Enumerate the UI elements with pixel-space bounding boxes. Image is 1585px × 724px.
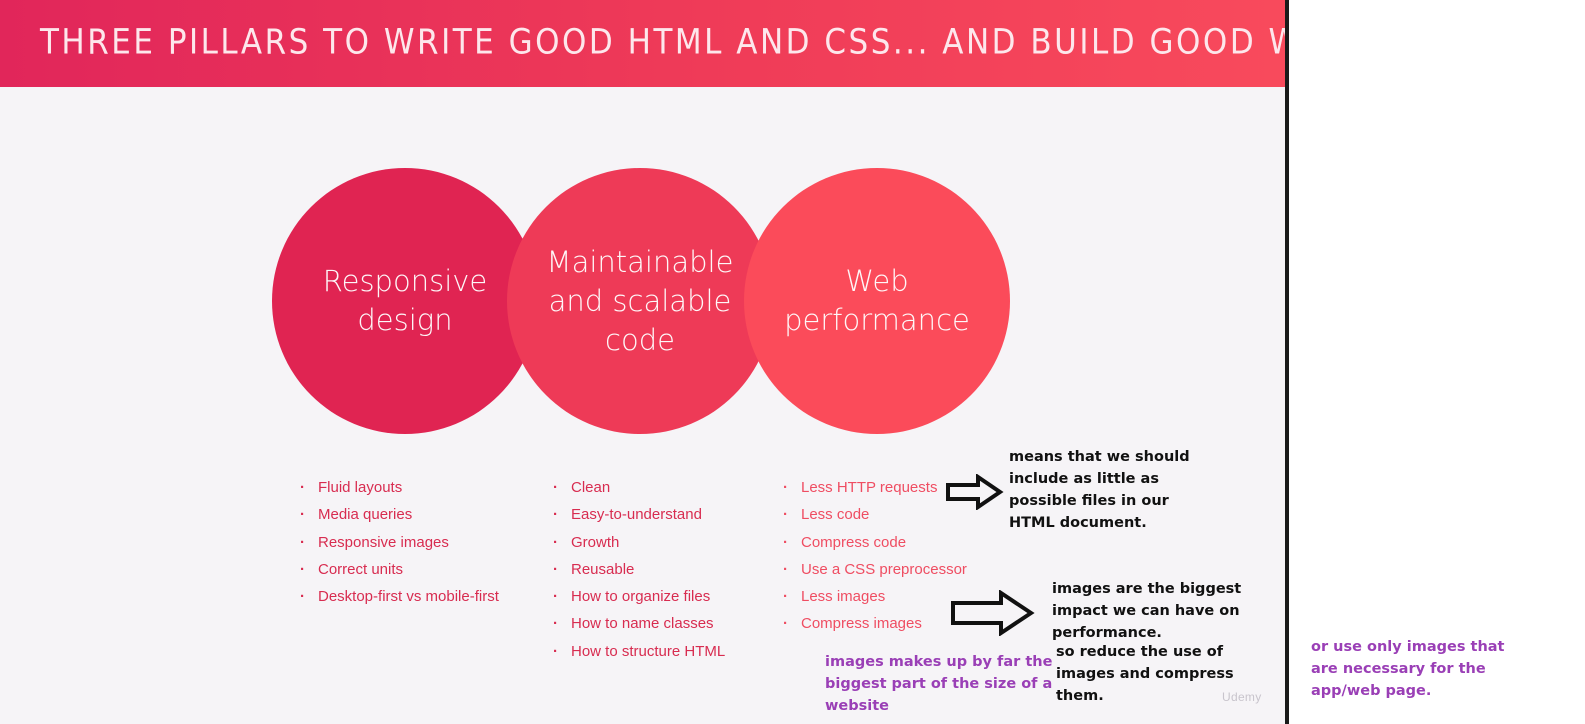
annotation-images-impact: images are the biggest impact we can hav… bbox=[1052, 581, 1242, 641]
list-item: Desktop-first vs mobile-first bbox=[300, 583, 499, 611]
pillar-list-web-performance: Less HTTP requests Less code Compress co… bbox=[783, 474, 967, 638]
annotation-necessary-images: or use only images that are necessary fo… bbox=[1311, 639, 1505, 699]
list-item: How to name classes bbox=[553, 610, 725, 638]
pillar-list-maintainable-code: Clean Easy-to-understand Growth Reusable… bbox=[553, 474, 725, 665]
slide-divider bbox=[1285, 0, 1289, 724]
slide-title: Three pillars to write good HTML and CSS… bbox=[40, 22, 1285, 63]
list-item: Less images bbox=[783, 583, 967, 611]
list-item: Easy-to-understand bbox=[553, 501, 725, 529]
annotation-images-size: images makes up by far the biggest part … bbox=[825, 654, 1053, 714]
list-item: Compress code bbox=[783, 529, 967, 557]
annotation-http-requests: means that we should include as little a… bbox=[1009, 449, 1190, 531]
udemy-watermark: Udemy bbox=[1222, 690, 1262, 704]
slide-header: Three pillars to write good HTML and CSS… bbox=[0, 0, 1285, 87]
list-item: How to organize files bbox=[553, 583, 725, 611]
list-item: Media queries bbox=[300, 501, 499, 529]
list-item: Less HTTP requests bbox=[783, 474, 967, 502]
pillar-circle-maintainable-code: Maintainable and scalable code bbox=[507, 168, 773, 434]
arrow-right-icon bbox=[946, 474, 1004, 510]
list-item: Compress images bbox=[783, 610, 967, 638]
list-item: Responsive images bbox=[300, 529, 499, 557]
list-item: Reusable bbox=[553, 556, 725, 584]
pillar-title: Maintainable and scalable code bbox=[546, 244, 734, 357]
pillar-title: Web performance bbox=[784, 264, 970, 337]
pillar-circle-web-performance: Web performance bbox=[744, 168, 1010, 434]
list-item: Fluid layouts bbox=[300, 474, 499, 502]
list-item: Correct units bbox=[300, 556, 499, 584]
list-item: How to structure HTML bbox=[553, 638, 725, 666]
pillar-list-responsive-design: Fluid layouts Media queries Responsive i… bbox=[300, 474, 499, 611]
list-item: Clean bbox=[553, 474, 725, 502]
list-item: Less code bbox=[783, 501, 967, 529]
slide: Three pillars to write good HTML and CSS… bbox=[0, 0, 1285, 724]
arrow-right-icon bbox=[951, 590, 1035, 636]
annotation-reduce-images: so reduce the use of images and compress… bbox=[1056, 644, 1234, 704]
list-item: Growth bbox=[553, 529, 725, 557]
pillar-circle-responsive-design: Responsive design bbox=[272, 168, 538, 434]
pillar-title: Responsive design bbox=[322, 264, 488, 337]
list-item: Use a CSS preprocessor bbox=[783, 556, 967, 584]
